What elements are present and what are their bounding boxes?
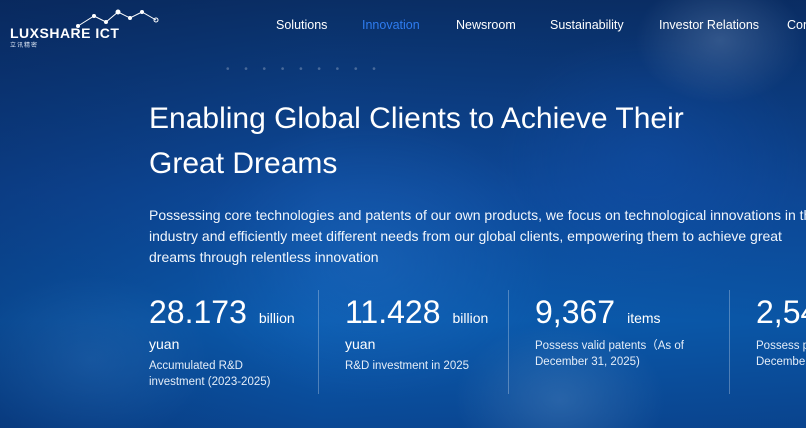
hero-desc-line3: dreams through relentless innovation [149,249,379,265]
stat-divider [729,290,730,394]
nav-item-newsroom[interactable]: Newsroom [456,18,516,32]
nav-item-investor-relations[interactable]: Investor Relations [659,18,759,32]
stat-number: 28.173 [149,294,247,330]
stat-label: Accumulated R&D investment (2023-2025) [149,358,295,390]
stat-unit: items [627,310,661,326]
stat-rd-2025: 11.428 billion yuan R&D investment in 202… [345,292,488,374]
stat-patents: 9,367 items Possess valid patents（As of D… [535,292,684,370]
stat-unit: billion [258,310,295,326]
stat-label-line1: Accumulated R&D [149,360,243,372]
decorative-dots: • • • • • • • • • [226,64,382,75]
stat-number: 11.428 [345,294,441,330]
stat-label-line2: December 31, 2025) [535,356,640,368]
hero-title: Enabling Global Clients to Achieve Their… [149,96,769,186]
stat-partial: 2,54 Possess p December [756,292,806,370]
stat-label: R&D investment in 2025 [345,358,488,374]
stat-unit-secondary: yuan [149,336,180,352]
stat-rd-accumulated: 28.173 billion yuan Accumulated R&D inves… [149,292,295,390]
stat-label-line1: Possess p [756,340,806,352]
stat-label-line2: investment (2023-2025) [149,376,271,388]
hero-desc-line1: Possessing core technologies and patents… [149,207,806,223]
main-nav: Solutions Innovation Newsroom Sustainabi… [0,18,806,38]
stat-number: 2,54 [756,294,806,330]
hero-desc-line2: industry and efficiently meet different … [149,228,782,244]
stat-unit: billion [452,310,489,326]
hero-description: Possessing core technologies and patents… [149,205,806,268]
hero-title-line1: Enabling Global Clients to Achieve Their [149,102,684,135]
stat-label: Possess valid patents（As of December 31,… [535,338,684,370]
nav-item-innovation[interactable]: Innovation [362,18,420,32]
hero-title-line2: Great Dreams [149,147,338,180]
stat-label: Possess p December [756,338,806,370]
stat-number: 9,367 [535,294,616,330]
stat-divider [318,290,319,394]
stat-label-line1: R&D investment in 2025 [345,360,470,372]
stat-divider [508,290,509,394]
nav-item-sustainability[interactable]: Sustainability [550,18,624,32]
stat-label-line1: Possess valid patents（As of [535,340,684,352]
stat-unit-secondary: yuan [345,336,376,352]
stat-label-line2: December [756,356,806,368]
logo-subtext: 立讯精密 [10,43,39,49]
nav-item-solutions[interactable]: Solutions [276,18,327,32]
nav-item-contact[interactable]: Con [787,18,806,32]
